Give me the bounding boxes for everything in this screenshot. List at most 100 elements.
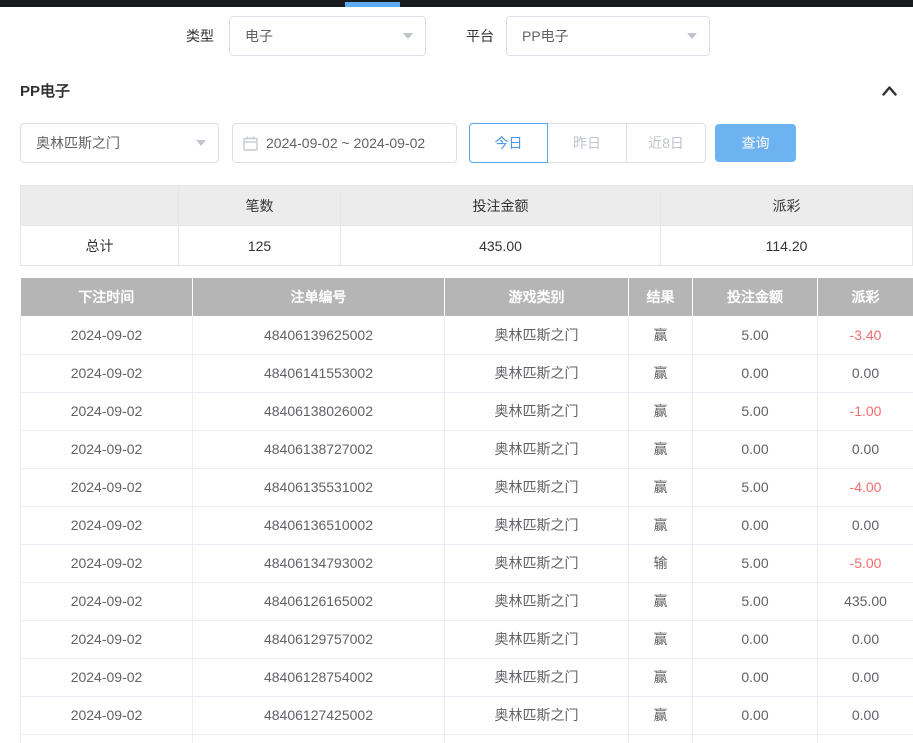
chevron-down-icon [687, 33, 697, 39]
order-id-cell: 48406136510002 [193, 506, 445, 544]
summary-header-empty [21, 186, 179, 226]
table-row: 2024-09-0248406135531002奥林匹斯之门赢5.00-4.00 [21, 468, 913, 506]
order-id-cell: 48406128754002 [193, 658, 445, 696]
header-result: 结果 [629, 278, 693, 316]
result-cell: 赢 [629, 316, 693, 354]
summary-header-row: 笔数 投注金额 派彩 [21, 186, 913, 226]
header-bet-amount: 投注金额 [693, 278, 818, 316]
game-select[interactable]: 奥林匹斯之门 [20, 123, 219, 163]
calendar-icon [243, 136, 258, 151]
bet-time-cell: 2024-09-02 [21, 316, 193, 354]
order-id-cell: 48406139625002 [193, 316, 445, 354]
bet-amount-cell: 0.00 [693, 354, 818, 392]
payout-cell: -4.00 [818, 468, 913, 506]
header-order-id: 注单编号 [193, 278, 445, 316]
bet-amount-cell: 5.00 [693, 544, 818, 582]
bet-amount-cell: 5.00 [693, 392, 818, 430]
order-id-cell: 48406125316002 [193, 734, 445, 743]
section-header: PP电子 [0, 80, 913, 101]
bet-amount-cell: 5.00 [693, 734, 818, 743]
result-cell: 赢 [629, 354, 693, 392]
collapse-section-button[interactable] [881, 84, 898, 98]
result-cell: 赢 [629, 696, 693, 734]
payout-cell: -1.00 [818, 392, 913, 430]
game-type-cell: 奥林匹斯之门 [445, 734, 629, 743]
bet-time-cell: 2024-09-02 [21, 544, 193, 582]
game-type-cell: 奥林匹斯之门 [445, 468, 629, 506]
result-cell: 赢 [629, 582, 693, 620]
bet-time-cell: 2024-09-02 [21, 734, 193, 743]
summary-header-bet-amount: 投注金额 [341, 186, 661, 226]
summary-total-row: 总计 125 435.00 114.20 [21, 226, 913, 266]
detail-table-body: 2024-09-0248406139625002奥林匹斯之门赢5.00-3.40… [21, 316, 913, 743]
bet-time-cell: 2024-09-02 [21, 620, 193, 658]
game-type-cell: 奥林匹斯之门 [445, 430, 629, 468]
filter-row: 类型 电子 平台 PP电子 [0, 16, 913, 56]
bet-time-cell: 2024-09-02 [21, 392, 193, 430]
bet-time-cell: 2024-09-02 [21, 658, 193, 696]
bet-time-cell: 2024-09-02 [21, 354, 193, 392]
bet-amount-cell: 0.00 [693, 430, 818, 468]
summary-total-payout: 114.20 [661, 226, 913, 266]
top-bar [0, 0, 913, 7]
table-row: 2024-09-0248406127425002奥林匹斯之门赢0.000.00 [21, 696, 913, 734]
payout-cell: 0.00 [818, 696, 913, 734]
order-id-cell: 48406126165002 [193, 582, 445, 620]
header-bet-time: 下注时间 [21, 278, 193, 316]
type-select[interactable]: 电子 [229, 16, 426, 56]
order-id-cell: 48406127425002 [193, 696, 445, 734]
quick-range-button[interactable]: 近8日 [627, 123, 706, 163]
result-cell: 输 [629, 544, 693, 582]
chevron-up-icon [881, 84, 898, 98]
summary-header-count: 笔数 [179, 186, 341, 226]
result-cell: 赢 [629, 468, 693, 506]
result-cell: 赢 [629, 392, 693, 430]
summary-table: 笔数 投注金额 派彩 总计 125 435.00 114.20 [20, 185, 913, 266]
game-type-cell: 奥林匹斯之门 [445, 354, 629, 392]
bet-amount-cell: 0.00 [693, 696, 818, 734]
game-type-cell: 奥林匹斯之门 [445, 620, 629, 658]
payout-cell: 0.00 [818, 430, 913, 468]
bet-time-cell: 2024-09-02 [21, 582, 193, 620]
bet-amount-cell: 5.00 [693, 468, 818, 506]
payout-cell: -5.00 [818, 544, 913, 582]
date-range-input[interactable]: 2024-09-02 ~ 2024-09-02 [232, 123, 457, 163]
payout-cell: 0.00 [818, 658, 913, 696]
table-row: 2024-09-0248406139625002奥林匹斯之门赢5.00-3.40 [21, 316, 913, 354]
quick-range-button[interactable]: 昨日 [548, 123, 627, 163]
query-button[interactable]: 查询 [715, 124, 796, 162]
table-row: 2024-09-0248406128754002奥林匹斯之门赢0.000.00 [21, 658, 913, 696]
result-cell: 赢 [629, 506, 693, 544]
header-game-type: 游戏类别 [445, 278, 629, 316]
date-range-value: 2024-09-02 ~ 2024-09-02 [266, 135, 425, 151]
platform-select-value: PP电子 [522, 26, 569, 46]
table-row: 2024-09-0248406141553002奥林匹斯之门赢0.000.00 [21, 354, 913, 392]
game-type-cell: 奥林匹斯之门 [445, 544, 629, 582]
quick-range-button-group: 今日昨日近8日 [469, 123, 706, 163]
table-row: 2024-09-0248406134793002奥林匹斯之门输5.00-5.00 [21, 544, 913, 582]
result-cell: 赢 [629, 620, 693, 658]
payout-cell: 0.00 [818, 354, 913, 392]
detail-table-container: 下注时间 注单编号 游戏类别 结果 投注金额 派彩 2024-09-024840… [0, 278, 913, 743]
order-id-cell: 48406135531002 [193, 468, 445, 506]
platform-select[interactable]: PP电子 [506, 16, 710, 56]
table-row: 2024-09-0248406129757002奥林匹斯之门赢0.000.00 [21, 620, 913, 658]
result-cell: 赢 [629, 658, 693, 696]
quick-range-button[interactable]: 今日 [469, 123, 548, 163]
bet-time-cell: 2024-09-02 [21, 468, 193, 506]
table-row: 2024-09-0248406126165002奥林匹斯之门赢5.00435.0… [21, 582, 913, 620]
game-type-cell: 奥林匹斯之门 [445, 392, 629, 430]
order-id-cell: 48406141553002 [193, 354, 445, 392]
summary-table-container: 笔数 投注金额 派彩 总计 125 435.00 114.20 [0, 185, 913, 266]
summary-total-label: 总计 [21, 226, 179, 266]
game-type-cell: 奥林匹斯之门 [445, 696, 629, 734]
summary-total-bet-amount: 435.00 [341, 226, 661, 266]
type-select-value: 电子 [245, 26, 273, 46]
summary-header-payout: 派彩 [661, 186, 913, 226]
bet-amount-cell: 0.00 [693, 658, 818, 696]
header-payout: 派彩 [818, 278, 913, 316]
detail-header-row: 下注时间 注单编号 游戏类别 结果 投注金额 派彩 [21, 278, 913, 316]
table-row: 2024-09-0248406138026002奥林匹斯之门赢5.00-1.00 [21, 392, 913, 430]
chevron-down-icon [403, 33, 413, 39]
game-type-cell: 奥林匹斯之门 [445, 658, 629, 696]
